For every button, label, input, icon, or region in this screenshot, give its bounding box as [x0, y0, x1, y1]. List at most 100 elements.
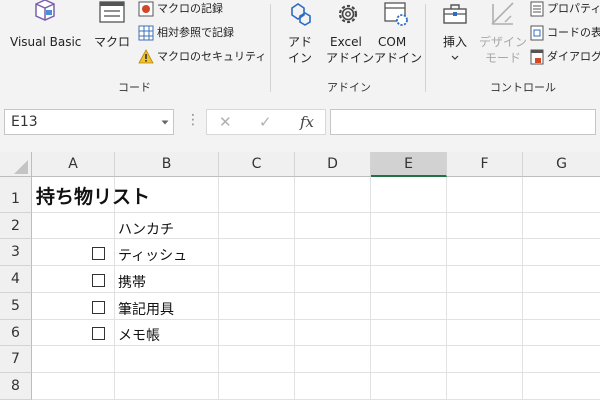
- row-header-8[interactable]: 8: [0, 373, 32, 400]
- com-addins-button[interactable]: COM アドイン: [374, 0, 422, 68]
- run-dialog-button[interactable]: ダイアログ: [528, 48, 600, 66]
- item-checkbox-5[interactable]: [92, 327, 105, 340]
- code-group-label: コード: [118, 81, 151, 94]
- group-separator: [270, 4, 271, 92]
- item-label-3: 携帯: [118, 275, 146, 291]
- item-label-2: ティッシュ: [118, 248, 188, 264]
- row-header-5[interactable]: 5: [0, 293, 32, 320]
- insert-control-button[interactable]: 挿入: [433, 0, 477, 68]
- design-mode-button[interactable]: デザイン モード: [479, 0, 527, 68]
- macro-list-icon: [99, 1, 125, 23]
- column-header-e[interactable]: E: [371, 152, 447, 177]
- view-code-icon: [530, 25, 544, 41]
- warning-icon: [138, 49, 154, 64]
- formula-bar-area: E13 ⋮ ✕ ✓ fx: [0, 97, 600, 152]
- item-label-4: 筆記用具: [118, 302, 174, 318]
- grid-line: [446, 177, 447, 400]
- excel-addins-button[interactable]: Excel アドイン: [326, 0, 374, 68]
- controls-group-label: コントロール: [490, 81, 556, 94]
- record-macro-button[interactable]: マクロの記録: [136, 0, 256, 18]
- excel-addins-label-line2: アドイン: [326, 51, 375, 65]
- cancel-icon[interactable]: ✕: [219, 113, 232, 131]
- grid-line: [114, 177, 115, 400]
- enter-icon[interactable]: ✓: [259, 113, 272, 131]
- design-mode-label-line2: モード: [485, 51, 522, 65]
- item-label-1: ハンカチ: [118, 222, 174, 238]
- row-header-3[interactable]: 3: [0, 239, 32, 266]
- row-header-2[interactable]: 2: [0, 213, 32, 239]
- design-mode-icon: [491, 2, 514, 25]
- grid-line: [32, 345, 600, 346]
- macro-security-label: マクロのセキュリティ: [157, 50, 267, 63]
- column-header-a[interactable]: A: [32, 152, 115, 177]
- name-box[interactable]: E13: [4, 109, 174, 135]
- grid-line: [370, 177, 371, 400]
- grid-line: [32, 372, 600, 373]
- name-box-dropdown-icon[interactable]: [161, 120, 169, 126]
- grid-line: [32, 212, 600, 213]
- toolbox-icon: [443, 4, 467, 24]
- macro-label: マクロ: [94, 35, 131, 49]
- grid-line: [32, 292, 600, 293]
- column-header-c[interactable]: C: [219, 152, 295, 177]
- view-code-button[interactable]: コードの表: [528, 24, 600, 42]
- chevron-down-icon: [451, 55, 459, 60]
- vertical-dots-icon: ⋮: [186, 112, 200, 128]
- record-macro-icon: [138, 1, 154, 17]
- grid-line: [32, 319, 600, 320]
- properties-button[interactable]: プロパティ: [528, 0, 600, 18]
- visual-basic-label: Visual Basic: [10, 35, 82, 49]
- relative-reference-icon: [138, 25, 154, 41]
- com-addins-label-line2: アドイン: [374, 51, 423, 65]
- design-mode-label-line1: デザイン: [479, 35, 528, 49]
- macro-security-button[interactable]: マクロのセキュリティ: [136, 48, 286, 66]
- view-code-label: コードの表: [547, 26, 600, 39]
- relative-reference-button[interactable]: 相対参照で記録: [136, 24, 286, 42]
- record-macro-label: マクロの記録: [157, 2, 223, 15]
- row-header-7[interactable]: 7: [0, 346, 32, 373]
- worksheet-grid[interactable]: A B C D E F G 1 2 3 4 5 6 7 8 持ち物リスト ハンカ…: [0, 152, 600, 400]
- run-dialog-icon: [530, 49, 544, 65]
- group-separator: [425, 4, 426, 92]
- grid-line: [522, 177, 523, 400]
- macro-button[interactable]: マクロ: [94, 0, 134, 68]
- row-header-4[interactable]: 4: [0, 266, 32, 293]
- select-all-corner[interactable]: [0, 152, 32, 177]
- column-header-d[interactable]: D: [295, 152, 371, 177]
- formula-input[interactable]: [330, 109, 596, 135]
- gear-icon: [338, 4, 358, 24]
- row-header-6[interactable]: 6: [0, 320, 32, 346]
- insert-function-icon[interactable]: fx: [300, 113, 314, 131]
- item-checkbox-4[interactable]: [92, 301, 105, 314]
- sheet-title: 持ち物リスト: [36, 186, 151, 208]
- select-all-triangle-icon: [14, 160, 28, 174]
- item-checkbox-2[interactable]: [92, 247, 105, 260]
- properties-label: プロパティ: [547, 2, 600, 15]
- excel-addins-label-line1: Excel: [330, 35, 362, 49]
- com-addins-label-line1: COM: [378, 35, 407, 49]
- column-header-b[interactable]: B: [115, 152, 219, 177]
- addins-button[interactable]: アド イン: [278, 0, 322, 68]
- insert-label: 挿入: [443, 35, 468, 49]
- ribbon: Visual Basic マクロ マクロの記録 相対参照で記録 マクロのセキュリ…: [0, 0, 600, 97]
- com-addins-icon: [384, 2, 408, 26]
- addins-group-label: アドイン: [327, 81, 371, 94]
- name-box-value: E13: [11, 114, 38, 130]
- item-checkbox-3[interactable]: [92, 274, 105, 287]
- grid-line: [218, 177, 219, 400]
- column-header-f[interactable]: F: [447, 152, 523, 177]
- item-label-5: メモ帳: [118, 328, 160, 344]
- formula-buttons-box: ✕ ✓ fx: [206, 109, 326, 135]
- properties-icon: [530, 1, 544, 17]
- addins-label-line1: アド: [288, 35, 313, 49]
- addins-icon: [291, 3, 311, 26]
- visual-basic-icon: [35, 0, 55, 21]
- relative-reference-label: 相対参照で記録: [157, 26, 234, 39]
- addins-label-line2: イン: [288, 51, 313, 65]
- grid-line: [32, 265, 600, 266]
- run-dialog-label: ダイアログ: [547, 50, 600, 63]
- row-header-1[interactable]: 1: [0, 177, 32, 213]
- visual-basic-button[interactable]: Visual Basic: [4, 0, 92, 68]
- column-header-g[interactable]: G: [523, 152, 600, 177]
- grid-line: [294, 177, 295, 400]
